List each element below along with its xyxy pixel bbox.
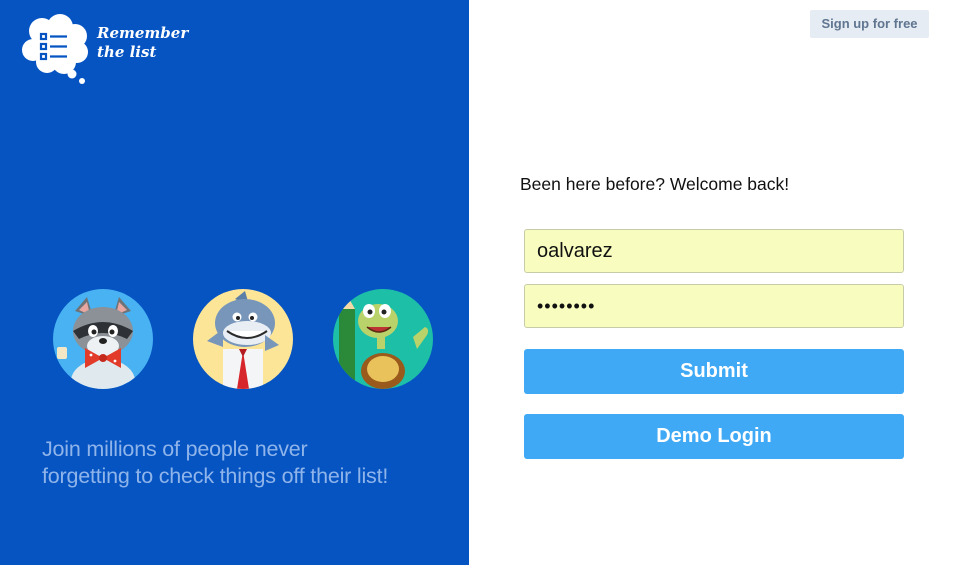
hero-panel: Remember the list Join millions of peopl… [0,0,469,565]
shark-avatar [193,289,293,389]
tagline-line2: forgetting to check things off their lis… [42,464,389,488]
welcome-heading: Been here before? Welcome back! [520,174,790,194]
raccoon-avatar [53,289,153,389]
tagline-line1: Join millions of people never [42,437,308,461]
submit-button[interactable]: Submit [524,349,904,394]
logo[interactable]: Remember the list [22,14,192,86]
brand-name-line1: Remember [97,24,189,42]
turtle-avatar [333,289,433,389]
brand-name: Remember the list [97,24,197,62]
thought-cloud-list-icon [22,14,88,84]
signup-button[interactable]: Sign up for free [810,10,929,38]
demo-login-button[interactable]: Demo Login [524,414,904,459]
brand-name-line2: the list [97,43,157,61]
username-input[interactable] [524,229,904,273]
tagline: Join millions of people never forgetting… [42,436,442,490]
password-input[interactable] [524,284,904,328]
